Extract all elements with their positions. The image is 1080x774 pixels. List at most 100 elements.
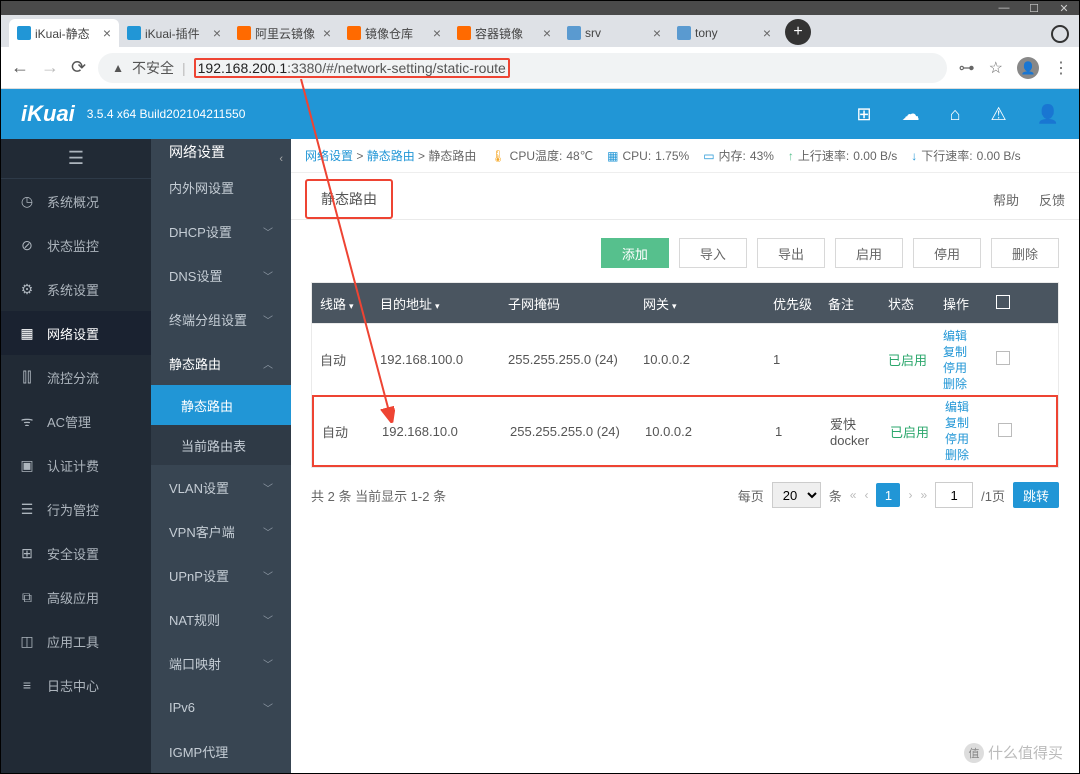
sort-icon[interactable]: ▾ (672, 301, 677, 311)
row-delete-link[interactable]: 删除 (945, 447, 979, 463)
browser-tab[interactable]: srv× (559, 19, 669, 47)
home-icon[interactable]: ⌂ (950, 104, 961, 125)
alert-icon[interactable]: ⚠ (990, 104, 1006, 125)
browser-tab[interactable]: 阿里云镜像× (229, 19, 339, 47)
nav1-item[interactable]: ⊘状态监控 (1, 223, 151, 267)
browser-tab[interactable]: tony× (669, 19, 779, 47)
profile-icon[interactable]: 👤 (1017, 57, 1039, 79)
disable-button[interactable]: 停用 (913, 238, 981, 268)
nav2-subitem[interactable]: 当前路由表 (151, 425, 291, 465)
window-max-icon[interactable]: ☐ (1023, 2, 1045, 14)
enable-button[interactable]: 启用 (835, 238, 903, 268)
page-go-button[interactable]: 跳转 (1013, 482, 1059, 508)
nav2-item[interactable]: 内外网设置 (151, 165, 291, 209)
col-line[interactable]: 线路 (320, 297, 346, 312)
nav-back-icon[interactable]: ← (11, 57, 29, 78)
nav2-item[interactable]: DHCP设置﹀ (151, 209, 291, 253)
nav-toggle-icon[interactable]: ☰ (1, 139, 151, 179)
tab-close-icon[interactable]: × (433, 25, 441, 41)
tab-close-icon[interactable]: × (323, 25, 331, 41)
export-button[interactable]: 导出 (757, 238, 825, 268)
nav2-item[interactable]: IPv6﹀ (151, 685, 291, 729)
tab-close-icon[interactable]: × (653, 25, 661, 41)
menu-icon[interactable]: ⋮ (1053, 58, 1069, 78)
key-icon[interactable]: ⊶ (959, 58, 975, 78)
nav2-item[interactable]: 端口映射﹀ (151, 641, 291, 685)
nav1-item[interactable]: ▣认证计费 (1, 443, 151, 487)
nav-icon: ᯤ (19, 412, 35, 431)
cell-gw: 10.0.0.2 (637, 424, 767, 439)
row-copy-link[interactable]: 复制 (945, 415, 979, 431)
select-all-checkbox[interactable] (996, 295, 1010, 309)
add-button[interactable]: 添加 (601, 238, 669, 268)
row-edit-link[interactable]: 编辑 (943, 328, 977, 344)
nav1-item[interactable]: ⧉高级应用 (1, 575, 151, 619)
nav2-item[interactable]: VPN客户端﹀ (151, 509, 291, 553)
nav2-item[interactable]: 静态路由︿ (151, 341, 291, 385)
row-disable-link[interactable]: 停用 (945, 431, 979, 447)
nav2-item[interactable]: UPnP设置﹀ (151, 553, 291, 597)
row-edit-link[interactable]: 编辑 (945, 399, 979, 415)
sort-icon[interactable]: ▾ (349, 301, 354, 311)
nav2-item[interactable]: VLAN设置﹀ (151, 465, 291, 509)
crumb-p2[interactable]: 静态路由 (367, 149, 415, 163)
col-dest[interactable]: 目的地址 (380, 297, 432, 312)
user-icon[interactable]: 👤 (1037, 104, 1059, 125)
page-current[interactable]: 1 (876, 483, 900, 507)
cloud-icon[interactable]: ☁ (902, 104, 920, 125)
tab-close-icon[interactable]: × (543, 25, 551, 41)
nav1-item[interactable]: ▦网络设置 (1, 311, 151, 355)
import-button[interactable]: 导入 (679, 238, 747, 268)
page-next-icon[interactable]: › (908, 488, 912, 502)
feedback-link[interactable]: 反馈 (1039, 190, 1065, 209)
new-tab-button[interactable]: + (785, 19, 811, 45)
nav2-item[interactable]: NAT规则﹀ (151, 597, 291, 641)
row-disable-link[interactable]: 停用 (943, 360, 977, 376)
browser-tab[interactable]: iKuai-静态× (9, 19, 119, 47)
nav1-item[interactable]: ◫应用工具 (1, 619, 151, 663)
browser-tab[interactable]: iKuai-插件× (119, 19, 229, 47)
window-min-icon[interactable]: — (993, 2, 1015, 14)
row-checkbox[interactable] (998, 423, 1012, 437)
row-checkbox[interactable] (996, 351, 1010, 365)
profile-switcher-icon[interactable] (1051, 25, 1069, 43)
nav2-collapse-icon[interactable]: ‹ (279, 153, 283, 165)
tab-close-icon[interactable]: × (213, 25, 221, 41)
help-link[interactable]: 帮助 (993, 190, 1019, 209)
nav-forward-icon[interactable]: → (41, 57, 59, 78)
nav2-item[interactable]: DNS设置﹀ (151, 253, 291, 297)
bookmark-icon[interactable]: ☆ (989, 58, 1003, 78)
crumb-p1[interactable]: 网络设置 (305, 149, 353, 163)
nav1-item[interactable]: ⚙系统设置 (1, 267, 151, 311)
browser-tab[interactable]: 镜像仓库× (339, 19, 449, 47)
url-input[interactable]: ▲ 不安全 | 192.168.200.1:3380/#/network-set… (98, 53, 947, 83)
nav2-subitem[interactable]: 静态路由 (151, 385, 291, 425)
tab-close-icon[interactable]: × (103, 25, 111, 41)
row-delete-link[interactable]: 删除 (943, 376, 977, 392)
nav1-item[interactable]: ≡日志中心 (1, 663, 151, 707)
page-first-icon[interactable]: « (850, 488, 857, 502)
tab-close-icon[interactable]: × (763, 25, 771, 41)
chevron-down-icon: ﹀ (263, 268, 273, 283)
delete-button[interactable]: 删除 (991, 238, 1059, 268)
row-copy-link[interactable]: 复制 (943, 344, 977, 360)
nav2-item[interactable]: IGMP代理 (151, 729, 291, 773)
window-close-icon[interactable]: ✕ (1053, 2, 1075, 14)
nav1-item[interactable]: ⊞安全设置 (1, 531, 151, 575)
nav1-item[interactable]: ◷系统概况 (1, 179, 151, 223)
perpage-select[interactable]: 20 (772, 482, 821, 508)
nav1-item[interactable]: ⫿⫿流控分流 (1, 355, 151, 399)
nav-label: 认证计费 (47, 456, 99, 475)
nav1-item[interactable]: ᯤAC管理 (1, 399, 151, 443)
tab-static-route[interactable]: 静态路由 (305, 179, 393, 219)
apps-icon[interactable]: ⊞ (856, 104, 871, 125)
nav-reload-icon[interactable]: ⟳ (71, 57, 86, 78)
sort-icon[interactable]: ▾ (435, 301, 440, 311)
page-last-icon[interactable]: » (920, 488, 927, 502)
nav1-item[interactable]: ☰行为管控 (1, 487, 151, 531)
browser-tab[interactable]: 容器镜像× (449, 19, 559, 47)
page-input[interactable] (935, 482, 973, 508)
nav2-item[interactable]: 终端分组设置﹀ (151, 297, 291, 341)
page-prev-icon[interactable]: ‹ (864, 488, 868, 502)
col-gw[interactable]: 网关 (643, 297, 669, 312)
